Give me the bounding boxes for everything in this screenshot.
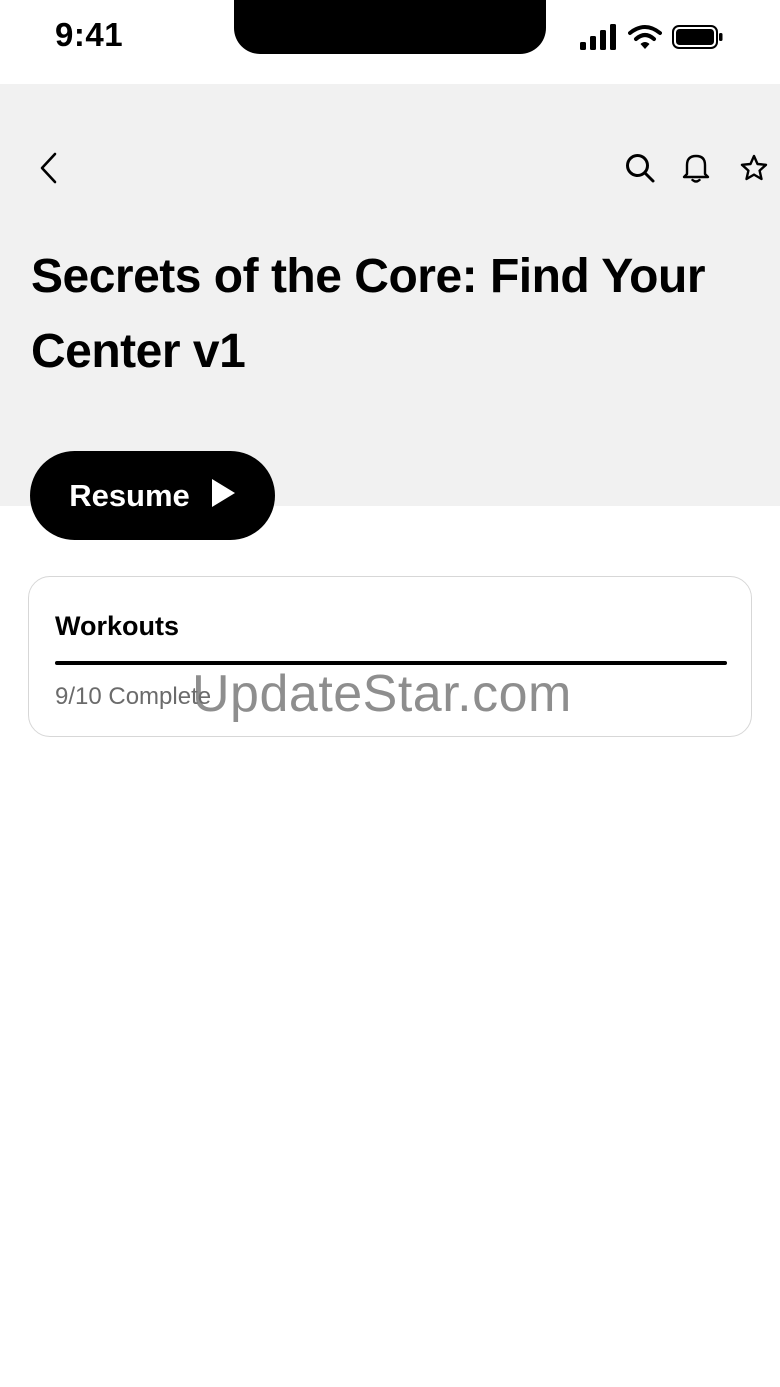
signal-icon [580,24,618,55]
favorite-button[interactable] [734,150,774,190]
battery-icon [672,24,724,55]
star-icon [739,153,769,188]
status-icons [580,24,724,55]
resume-label: Resume [69,477,190,513]
back-chevron-icon [37,151,59,190]
bell-icon [680,152,712,189]
camera-notch [234,0,546,54]
header: Secrets of the Core: Find Your Center v1 [0,84,780,506]
play-icon [210,478,236,513]
status-bar: 9:41 [0,0,780,84]
resume-button[interactable]: Resume [30,451,275,540]
wifi-icon [628,24,662,55]
search-icon [624,152,656,189]
watermark: UpdateStar.com [192,665,572,723]
back-button[interactable] [30,152,66,188]
progress-text: 9/10 Complete [55,683,212,710]
search-button[interactable] [620,150,660,190]
page-title: Secrets of the Core: Find Your Center v1 [31,250,706,378]
workouts-title: Workouts [55,611,180,641]
status-time: 9:41 [55,16,124,53]
notifications-button[interactable] [676,150,716,190]
